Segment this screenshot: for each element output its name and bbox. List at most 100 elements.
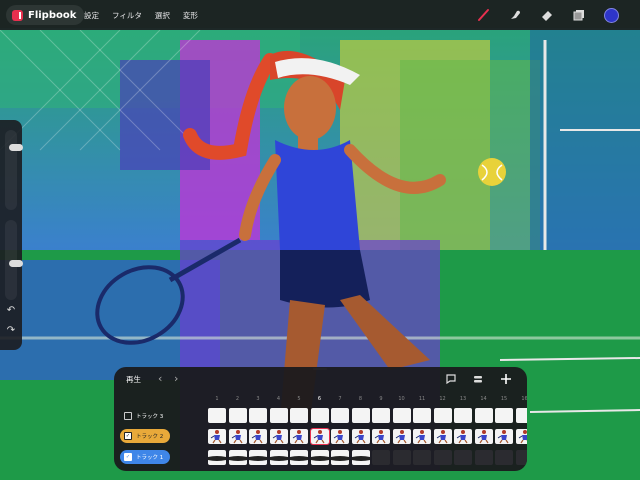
undo-icon[interactable]: ↶ — [3, 304, 19, 318]
opacity-slider[interactable] — [5, 220, 23, 300]
frame-cell[interactable] — [228, 450, 247, 465]
frame-number[interactable]: 13 — [454, 396, 472, 402]
play-button[interactable]: 再生 — [126, 374, 141, 385]
frame-cell[interactable] — [454, 429, 472, 444]
frame-number[interactable]: 5 — [290, 396, 308, 402]
tool-palette — [474, 6, 620, 24]
track-1-label[interactable]: ✓ トラック 1 — [120, 450, 171, 464]
frame-number[interactable]: 7 — [331, 396, 349, 402]
track-3-name: トラック 3 — [136, 414, 164, 420]
track-settings-icon[interactable] — [471, 372, 485, 386]
frame-number[interactable]: 1 — [208, 396, 226, 402]
app-name: Flipbook — [28, 9, 77, 21]
app-logo-button[interactable]: Flipbook — [6, 5, 85, 25]
frame-number[interactable]: 12 — [434, 396, 452, 402]
top-toolbar: Flipbook 設定 フィルタ 選択 変形 — [0, 0, 640, 30]
current-color-swatch — [603, 7, 619, 23]
frame-cell[interactable] — [474, 450, 493, 465]
frame-cell[interactable] — [454, 408, 472, 423]
frame-number[interactable]: 6 — [311, 396, 329, 402]
frame-cell[interactable] — [310, 450, 329, 465]
frame-number[interactable]: 11 — [413, 396, 431, 402]
frame-cell[interactable] — [228, 429, 247, 444]
menu-filter[interactable]: フィルタ — [112, 10, 142, 21]
frame-cell[interactable] — [392, 429, 411, 444]
frame-number[interactable]: 14 — [475, 396, 493, 402]
frame-cell[interactable] — [495, 429, 513, 444]
brush-icon[interactable] — [474, 6, 492, 24]
frame-number[interactable]: 9 — [372, 396, 390, 402]
frame-cell[interactable] — [372, 429, 390, 444]
frame-number[interactable]: 4 — [270, 396, 288, 402]
brush-size-slider[interactable] — [5, 130, 23, 210]
frame-cell[interactable] — [290, 450, 308, 465]
frame-cell[interactable] — [331, 408, 349, 423]
frame-cell[interactable] — [249, 408, 267, 423]
frame-cell[interactable] — [392, 450, 411, 465]
frame-number[interactable]: 15 — [495, 396, 513, 402]
frame-number[interactable]: 10 — [393, 396, 411, 402]
frame-cell[interactable] — [351, 429, 370, 444]
frame-cell[interactable] — [454, 450, 472, 465]
redo-icon[interactable]: ↷ — [3, 324, 19, 338]
smudge-icon[interactable] — [506, 6, 524, 24]
track-2-label[interactable]: ✓ トラック 2 — [120, 429, 171, 443]
frame-cell[interactable] — [433, 408, 452, 423]
frame-cell[interactable] — [413, 450, 431, 465]
frame-cell[interactable] — [515, 429, 527, 444]
frame-cell[interactable] — [351, 450, 370, 465]
frame-cell[interactable] — [495, 408, 513, 423]
menu-transform[interactable]: 変形 — [183, 10, 198, 21]
left-sidebar: ↶ ↷ — [0, 120, 23, 350]
frame-number[interactable]: 3 — [249, 396, 267, 402]
menu-select[interactable]: 選択 — [155, 10, 170, 21]
frame-cell[interactable] — [515, 450, 527, 465]
track-1-checkbox[interactable]: ✓ — [124, 453, 132, 461]
frame-cell[interactable] — [269, 450, 288, 465]
track-2-checkbox[interactable]: ✓ — [124, 432, 132, 440]
frame-cell[interactable] — [331, 450, 349, 465]
frame-cell[interactable] — [290, 408, 308, 423]
frame-cell[interactable] — [269, 408, 288, 423]
frame-cell[interactable] — [290, 429, 308, 444]
frame-cell[interactable] — [433, 450, 452, 465]
frame-cell[interactable] — [474, 408, 493, 423]
track-3-checkbox[interactable] — [124, 412, 132, 420]
frame-number[interactable]: 2 — [229, 396, 247, 402]
frame-cell[interactable] — [372, 408, 390, 423]
frame-cell[interactable] — [309, 428, 330, 445]
next-frame-icon[interactable]: › — [174, 372, 178, 386]
frame-cell[interactable] — [392, 408, 411, 423]
frame-cell[interactable] — [433, 429, 452, 444]
frame-cell[interactable] — [249, 429, 267, 444]
opacity-knob[interactable] — [9, 259, 23, 267]
layers-icon[interactable] — [570, 6, 588, 24]
frame-number[interactable]: 16 — [516, 396, 527, 402]
track-3-label[interactable]: トラック 3 — [120, 409, 170, 423]
frame-cell[interactable] — [474, 429, 493, 444]
track-2-name: トラック 2 — [136, 434, 164, 440]
brush-size-knob[interactable] — [9, 144, 23, 152]
add-track-icon[interactable] — [499, 372, 513, 386]
frame-cell[interactable] — [495, 450, 513, 465]
timeline-panel: 再生 ‹ › 1 2 3 4 5 6 7 8 9 10 11 12 13 14 15 16 トラック 3 ✓ … — [114, 367, 527, 471]
frame-cell[interactable] — [413, 429, 431, 444]
frame-cell[interactable] — [310, 408, 329, 423]
prev-frame-icon[interactable]: ‹ — [158, 372, 162, 386]
color-picker[interactable] — [602, 6, 620, 24]
frame-cell[interactable] — [208, 429, 226, 444]
frame-cell[interactable] — [249, 450, 267, 465]
frame-cell[interactable] — [269, 429, 288, 444]
frame-cell[interactable] — [413, 408, 431, 423]
frame-cell[interactable] — [228, 408, 247, 423]
frame-cell[interactable] — [208, 450, 226, 465]
comment-icon[interactable] — [444, 372, 458, 386]
frame-cell[interactable] — [372, 450, 390, 465]
frame-cell[interactable] — [208, 408, 226, 423]
menu-settings[interactable]: 設定 — [84, 10, 99, 21]
frame-number[interactable]: 8 — [352, 396, 370, 402]
frame-cell[interactable] — [515, 408, 527, 423]
eraser-icon[interactable] — [538, 6, 556, 24]
frame-cell[interactable] — [331, 429, 349, 444]
frame-cell[interactable] — [351, 408, 370, 423]
